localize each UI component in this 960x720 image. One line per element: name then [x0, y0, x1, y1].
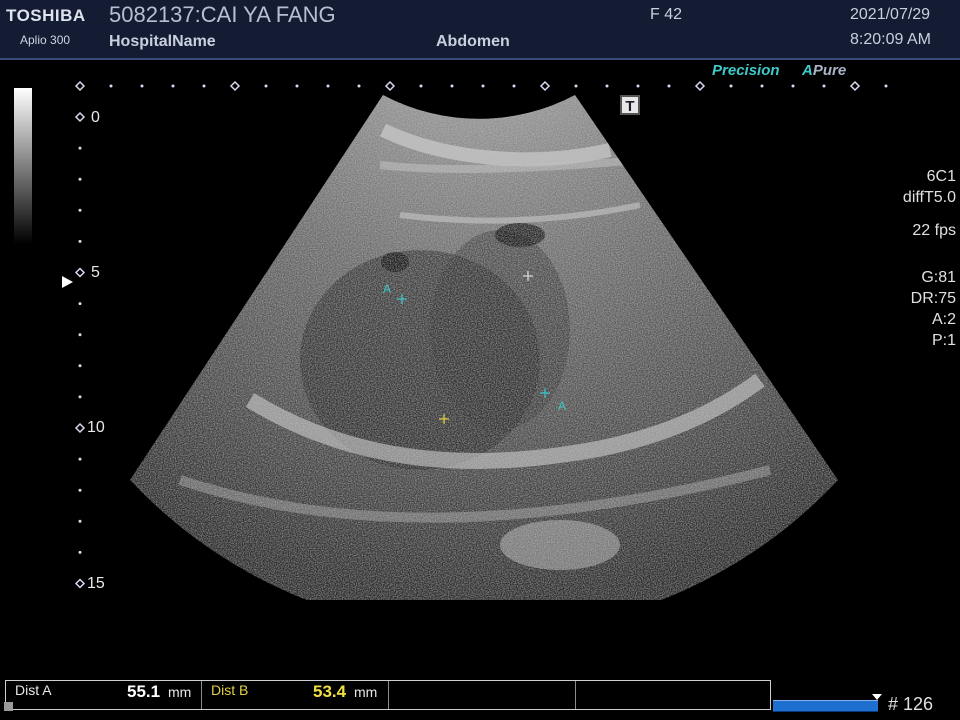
lateral-scale-minor-tick — [512, 84, 516, 88]
lateral-scale-minor-tick — [791, 84, 795, 88]
image-settings: G:81 DR:75 A:2 P:1 — [911, 267, 956, 351]
lateral-scale-minor-tick — [140, 84, 144, 88]
caliper-a-end-label: A — [558, 399, 567, 413]
lateral-scale-major-tick — [74, 80, 86, 92]
depth-scale-major-tick — [74, 111, 86, 123]
lateral-scale-minor-tick — [884, 84, 888, 88]
lateral-scale-major-tick — [694, 80, 706, 92]
corner-marker — [4, 702, 13, 711]
lateral-scale-minor-tick — [419, 84, 423, 88]
lateral-scale-minor-tick — [667, 84, 671, 88]
lateral-scale — [74, 80, 861, 92]
depth-scale-minor-tick — [78, 239, 82, 243]
lateral-scale-minor-tick — [481, 84, 485, 88]
depth-scale-minor-tick — [78, 457, 82, 461]
cine-progress-bar[interactable] — [773, 700, 878, 712]
lateral-scale-major-tick — [229, 80, 241, 92]
p-value: P:1 — [931, 332, 956, 349]
lateral-scale-major-tick — [384, 80, 396, 92]
depth-scale-minor-tick — [78, 333, 82, 337]
measurement-table: Dist A 55.1 mm Dist B 53.4 mm — [5, 680, 771, 710]
measurement-empty-cell — [576, 681, 770, 709]
depth-scale-minor-tick — [78, 519, 82, 523]
ultrasound-image — [74, 80, 888, 600]
lateral-scale-minor-tick — [326, 84, 330, 88]
measurement-empty-cell — [389, 681, 576, 709]
dist-a-value: 55.1 — [127, 682, 161, 701]
lateral-scale-minor-tick — [636, 84, 640, 88]
dist-b-unit: mm — [354, 684, 378, 700]
transducer-orientation-icon: T — [620, 95, 640, 115]
depth-scale-major-tick — [74, 422, 86, 434]
lateral-scale-minor-tick — [171, 84, 175, 88]
lateral-scale-minor-tick — [109, 84, 113, 88]
ultrasound-sector — [130, 95, 838, 600]
depth-scale-minor-tick — [78, 177, 82, 181]
depth-scale-minor-tick — [78, 488, 82, 492]
lateral-scale-minor-tick — [605, 84, 609, 88]
depth-scale-minor-tick — [78, 208, 82, 212]
dist-b-cell[interactable]: Dist B 53.4 mm — [202, 681, 389, 709]
lateral-scale-minor-tick — [760, 84, 764, 88]
lateral-scale-minor-tick — [822, 84, 826, 88]
lateral-scale-minor-tick — [295, 84, 299, 88]
dist-a-cell[interactable]: Dist A 55.1 mm — [6, 681, 202, 709]
dist-b-label: Dist B — [211, 682, 249, 698]
lateral-scale-major-tick — [539, 80, 551, 92]
lateral-scale-minor-tick — [264, 84, 268, 88]
caliper-a-start-label: A — [383, 282, 392, 296]
imaging-mode: diffT5.0 — [902, 189, 956, 206]
lateral-scale-minor-tick — [202, 84, 206, 88]
dist-a-unit: mm — [168, 684, 192, 700]
depth-scale-minor-tick — [78, 302, 82, 306]
lateral-scale-minor-tick — [729, 84, 733, 88]
depth-scale-major-tick — [74, 267, 86, 278]
depth-scale-minor-tick — [78, 364, 82, 368]
dynamic-range-value: DR:75 — [910, 290, 956, 307]
lateral-scale-minor-tick — [574, 84, 578, 88]
dist-b-value: 53.4 — [313, 682, 347, 701]
depth-scale-minor-tick — [78, 395, 82, 399]
a-value: A:2 — [931, 311, 956, 328]
frame-number: # 126 — [888, 694, 934, 714]
depth-scale-minor-tick — [78, 146, 82, 150]
depth-scale-minor-tick — [78, 550, 82, 554]
gain-value: G:81 — [921, 269, 956, 286]
frame-rate: 22 fps — [912, 222, 956, 239]
cine-pointer-icon[interactable] — [872, 694, 882, 700]
probe-name: 6C1 — [926, 168, 956, 185]
lateral-scale-major-tick — [849, 80, 861, 92]
lateral-scale-minor-tick — [450, 84, 454, 88]
depth-scale-major-tick — [74, 578, 86, 589]
dist-a-label: Dist A — [15, 682, 52, 698]
probe-params: 6C1 diffT5.0 — [903, 166, 956, 208]
lateral-scale-minor-tick — [357, 84, 361, 88]
